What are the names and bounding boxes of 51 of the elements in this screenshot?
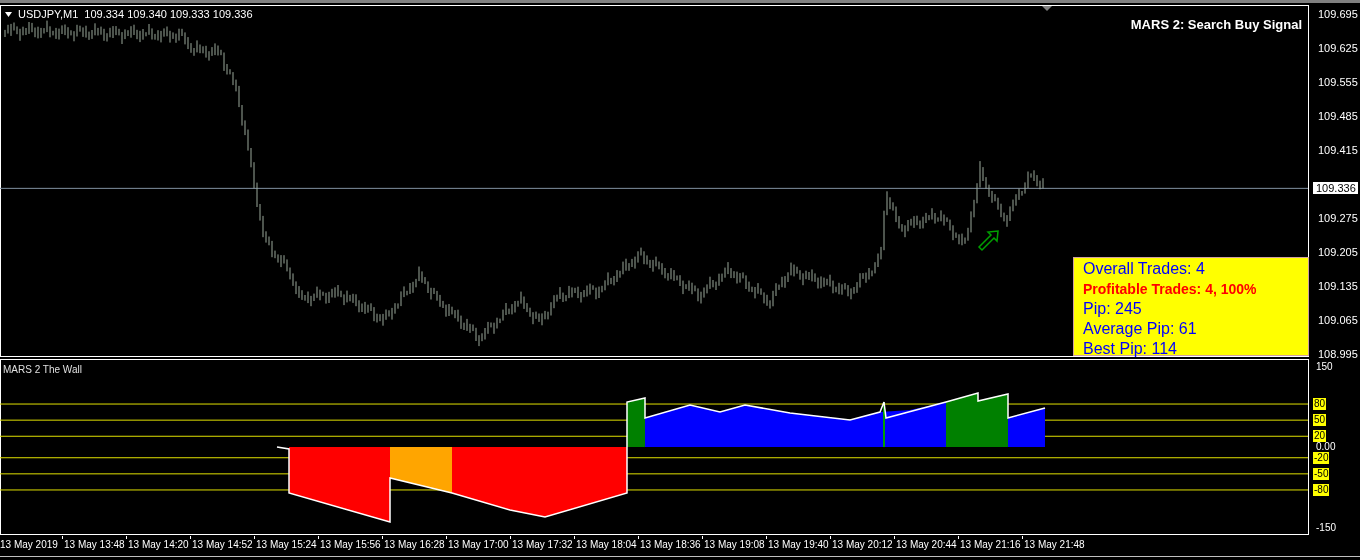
indicator-title: MARS 2 The Wall [3,363,82,377]
time-label: 13 May 17:00 [448,539,509,551]
time-label: 13 May 21:16 [960,539,1021,551]
time-label: 13 May 15:24 [256,539,317,551]
level-label: 20 [1313,430,1327,443]
stats-line: Overall Trades: 4 [1083,259,1206,279]
time-label: 13 May 20:12 [832,539,893,551]
time-label: 13 May 16:28 [384,539,445,551]
time-label: 13 May 14:20 [128,539,189,551]
price-tick-label: 109.485 [1318,110,1358,122]
time-label: 13 May 18:04 [576,539,637,551]
price-tick-label: 109.135 [1318,280,1358,292]
dropdown-icon[interactable] [5,11,12,17]
level-label: -80 [1313,483,1330,496]
level-label: 50 [1313,414,1327,427]
ohlc-values: 109.334 109.340 109.333 109.336 [84,7,253,22]
histogram-area [1008,408,1045,447]
stats-line: Profitable Trades: 4, 100% [1083,280,1258,299]
indicator-scale-label: 150 [1316,361,1333,373]
time-label: 13 May 17:32 [512,539,573,551]
price-tick-label: 109.625 [1318,42,1358,54]
time-label: 13 May 14:52 [192,539,253,551]
level-label: 80 [1313,398,1327,411]
indicator-scale-label: -150 [1316,522,1336,534]
price-tick-label: 109.205 [1318,246,1358,258]
price-tick-label: 109.065 [1318,314,1358,326]
price-tick-label: 109.415 [1318,144,1358,156]
stats-line: Pip: 245 [1083,299,1143,319]
histogram-area [978,394,1008,447]
time-label: 13 May 21:48 [1024,539,1085,551]
time-label: 13 May 15:56 [320,539,381,551]
symbol-label: USDJPY,M1 [18,7,79,22]
price-tick-label: 109.695 [1318,8,1358,20]
level-label: -20 [1313,451,1330,464]
buy-arrow-icon [977,230,999,252]
signal-title: MARS 2: Search Buy Signal [1130,16,1302,34]
time-label: 13 May 19:40 [768,539,829,551]
time-label: 13 May 20:44 [896,539,957,551]
stats-line: Best Pip: 114 [1083,339,1178,359]
price-tick-label: 109.555 [1318,76,1358,88]
price-tick-label: 109.275 [1318,212,1358,224]
time-label: 13 May 13:48 [64,539,125,551]
level-label: -50 [1313,467,1330,480]
stats-line: Average Pip: 61 [1083,319,1198,339]
price-tick-label: 108.995 [1318,348,1358,360]
current-price-label: 109.336 [1313,182,1358,195]
time-label: 13 May 18:36 [640,539,701,551]
shift-marker-icon [1042,6,1052,11]
time-label: 13 May 2019 [0,539,58,551]
indicator-scale-label: 0.00 [1316,441,1336,453]
time-label: 13 May 19:08 [704,539,765,551]
